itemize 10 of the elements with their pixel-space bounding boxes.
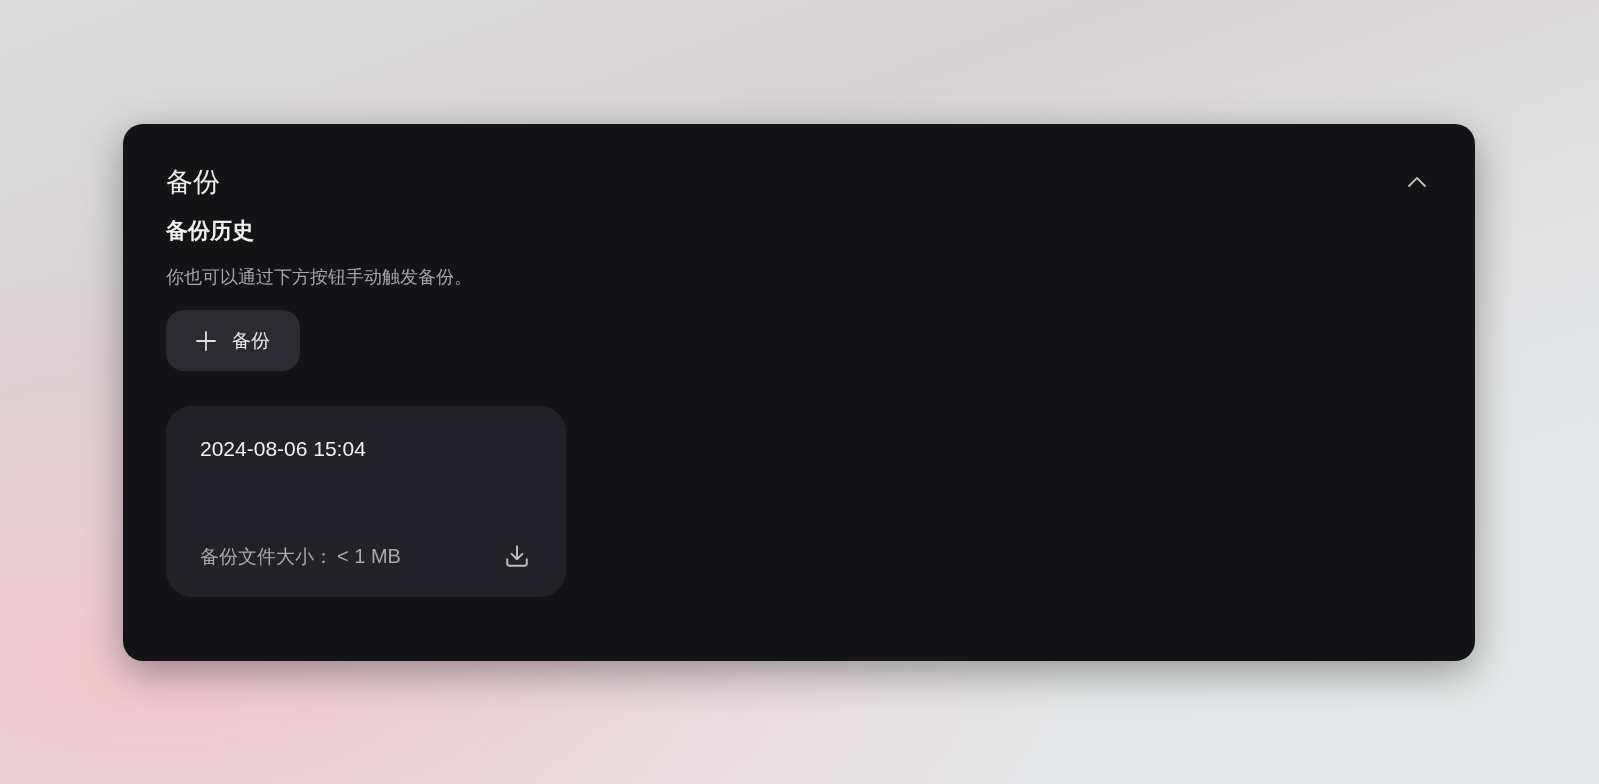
download-icon [504,543,530,569]
description-text: 你也可以通过下方按钮手动触发备份。 [166,265,473,289]
size-value: < 1 MB [337,544,401,569]
section-title: 备份 [166,165,220,199]
add-backup-button[interactable]: 备份 [166,310,300,371]
size-label: 备份文件大小： [200,543,333,569]
plus-icon [196,330,216,351]
chevron-icon [1408,177,1426,187]
subsection-title: 备份历史 [166,217,255,245]
backup-date: 2024-08-06 15:04 [200,436,367,462]
